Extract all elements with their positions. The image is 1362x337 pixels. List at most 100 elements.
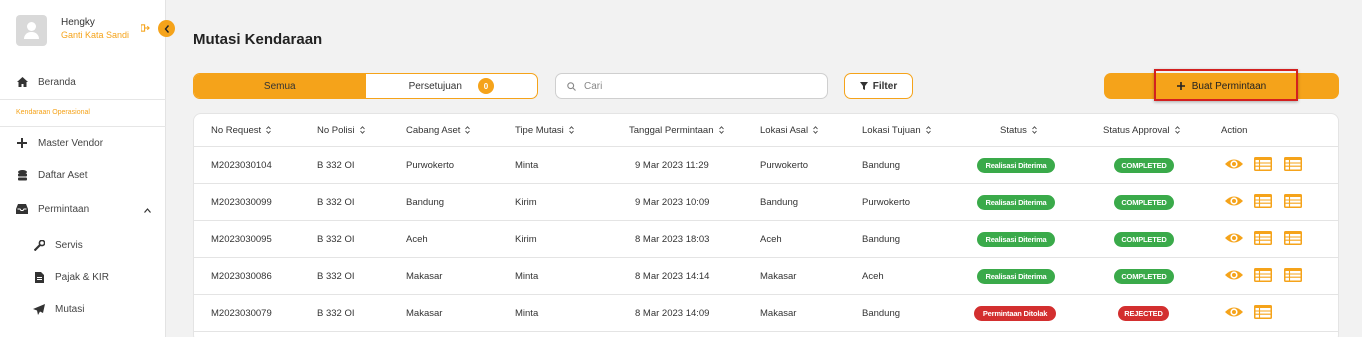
create-request-label: Buat Permintaan (1191, 80, 1267, 92)
create-request-button[interactable]: Buat Permintaan (1104, 73, 1339, 99)
column-label: Cabang Aset (406, 125, 461, 136)
list-icon[interactable] (1253, 267, 1273, 283)
column-label: Status Approval (1103, 125, 1170, 136)
column-header[interactable]: No Request (211, 125, 272, 136)
cell-tanggal: 9 Mar 2023 10:09 (635, 197, 710, 208)
cell-cabang: Makasar (406, 308, 443, 319)
approval-badge: COMPLETED (1114, 232, 1174, 247)
paper-plane-icon (33, 303, 45, 315)
tab-persetujuan[interactable]: Persetujuan 0 (366, 74, 538, 98)
view-icon[interactable] (1224, 267, 1244, 283)
cell-cabang: Aceh (406, 234, 428, 245)
detail-list-icon[interactable] (1283, 267, 1303, 283)
cell-tujuan: Bandung (862, 234, 901, 245)
filter-icon (859, 82, 868, 90)
cell-tipe: Minta (515, 160, 539, 171)
column-label: Tipe Mutasi (515, 125, 564, 136)
cell-tujuan: Aceh (862, 271, 884, 282)
sidebar-item-label: Daftar Aset (38, 169, 88, 181)
cell-no-request: M2023030095 (211, 234, 272, 245)
view-icon[interactable] (1224, 193, 1244, 209)
list-icon[interactable] (1253, 230, 1273, 246)
tab-semua[interactable]: Semua (194, 74, 366, 98)
column-header[interactable]: Lokasi Asal (760, 125, 818, 136)
detail-list-icon[interactable] (1283, 193, 1303, 209)
list-icon[interactable] (1253, 193, 1273, 209)
sort-icon[interactable] (266, 126, 272, 135)
view-icon[interactable] (1224, 304, 1244, 320)
column-header[interactable]: Tipe Mutasi (515, 125, 574, 136)
status-badge: Realisasi Diterima (977, 269, 1055, 284)
home-icon (16, 76, 28, 88)
column-label: Lokasi Tujuan (862, 125, 921, 136)
list-icon[interactable] (1253, 156, 1273, 172)
sort-icon[interactable] (1174, 126, 1180, 135)
cell-asal: Makasar (760, 308, 797, 319)
sidebar-item-permintaan[interactable]: Permintaan (16, 203, 152, 215)
sidebar-item-label: Beranda (38, 76, 76, 88)
tab-label: Persetujuan (408, 80, 462, 92)
search-input[interactable] (584, 80, 814, 92)
sidebar-item-mutasi[interactable]: Mutasi (33, 303, 84, 315)
column-header: Action (1221, 125, 1247, 136)
status-badge: Permintaan Ditolak (974, 306, 1056, 321)
detail-list-icon[interactable] (1283, 230, 1303, 246)
approval-badge: COMPLETED (1114, 195, 1174, 210)
table-row: M2023030104 B 332 OI Purwokerto Minta 9 Mar … (194, 147, 1338, 184)
list-icon[interactable] (1253, 304, 1273, 320)
cell-no-polisi: B 332 OI (317, 234, 355, 245)
filter-label: Filter (872, 80, 898, 92)
cell-tujuan: Bandung (862, 160, 901, 171)
column-label: Lokasi Asal (760, 125, 809, 136)
sort-icon[interactable] (568, 126, 574, 135)
column-label: No Polisi (317, 125, 355, 136)
sidebar: Hengky Ganti Kata Sandi Beranda Kendaraa… (0, 0, 166, 337)
sidebar-item-label: Mutasi (55, 303, 85, 315)
sort-icon[interactable] (359, 126, 365, 135)
cell-tipe: Minta (515, 271, 539, 282)
column-header[interactable]: Status (1000, 125, 1037, 136)
sidebar-item-master-vendor[interactable]: Master Vendor (16, 137, 103, 149)
divider (0, 126, 166, 127)
sidebar-item-beranda[interactable]: Beranda (16, 76, 76, 88)
sidebar-item-daftar-aset[interactable]: Daftar Aset (16, 169, 87, 181)
column-label: Action (1221, 125, 1248, 136)
search-box (555, 73, 828, 99)
sidebar-item-label: Permintaan (38, 203, 90, 215)
sidebar-item-label: Servis (55, 239, 83, 251)
cell-cabang: Makasar (406, 271, 443, 282)
filter-button[interactable]: Filter (844, 73, 913, 99)
sort-icon[interactable] (465, 126, 471, 135)
column-header[interactable]: Tanggal Permintaan (629, 125, 724, 136)
column-header[interactable]: Status Approval (1103, 125, 1180, 136)
sidebar-item-servis[interactable]: Servis (33, 239, 83, 251)
sidebar-item-pajak-kir[interactable]: Pajak & KIR (33, 271, 109, 283)
collapse-sidebar-button[interactable] (158, 20, 175, 37)
search-icon (567, 81, 576, 91)
chevron-up-icon[interactable] (144, 205, 151, 216)
cell-no-request: M2023030104 (211, 160, 272, 171)
sort-icon[interactable] (718, 126, 724, 135)
sort-icon[interactable] (813, 126, 818, 135)
change-password-link[interactable]: Ganti Kata Sandi (61, 30, 129, 40)
sort-icon[interactable] (1032, 126, 1037, 135)
column-header[interactable]: No Polisi (317, 125, 365, 136)
cell-cabang: Purwokerto (406, 160, 455, 171)
view-icon[interactable] (1224, 156, 1244, 172)
column-header[interactable]: Cabang Aset (406, 125, 471, 136)
logout-icon[interactable] (141, 24, 150, 32)
column-header[interactable]: Lokasi Tujuan (862, 125, 931, 136)
cell-tanggal: 9 Mar 2023 11:29 (635, 160, 709, 171)
cell-no-polisi: B 332 OI (317, 271, 355, 282)
wrench-icon (33, 239, 45, 251)
cell-tujuan: Bandung (862, 308, 901, 319)
detail-list-icon[interactable] (1283, 156, 1303, 172)
view-icon[interactable] (1224, 230, 1244, 246)
cell-tujuan: Purwokerto (862, 197, 911, 208)
cell-tanggal: 8 Mar 2023 18:03 (635, 234, 710, 245)
chevron-left-icon (164, 24, 169, 33)
sort-icon[interactable] (925, 126, 931, 135)
cell-asal: Purwokerto (760, 160, 809, 171)
cell-tipe: Kirim (515, 234, 537, 245)
sidebar-item-label: Pajak & KIR (55, 271, 109, 283)
